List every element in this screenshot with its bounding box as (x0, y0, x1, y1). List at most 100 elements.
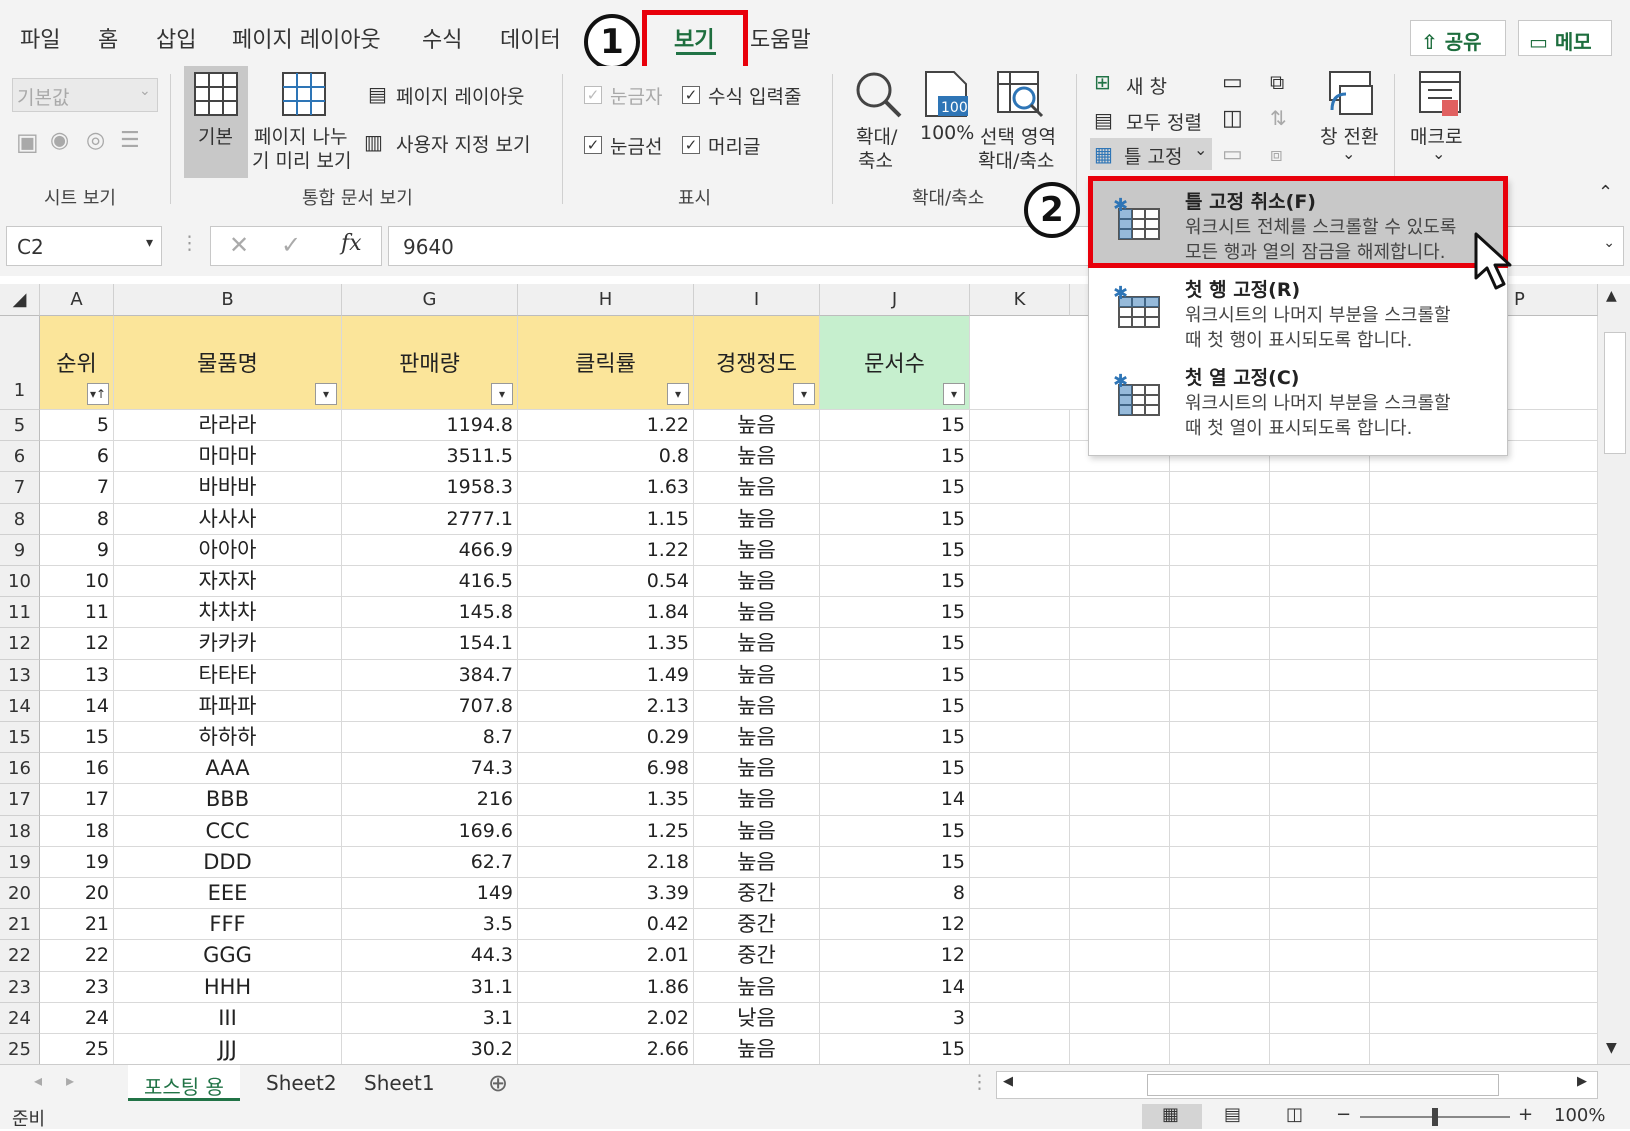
cell-product[interactable]: HHH (114, 971, 342, 1003)
empty-cell[interactable] (970, 441, 1070, 473)
arrange-all-button[interactable]: 모두 정렬 (1126, 108, 1202, 135)
new-window-button[interactable]: 새 창 (1126, 72, 1167, 99)
cell-product[interactable]: 자자자 (114, 566, 342, 598)
cell-ctr[interactable]: 1.22 (518, 534, 694, 566)
hide-icon[interactable]: ◫ (1222, 106, 1243, 131)
row-header[interactable]: 15 (0, 722, 40, 754)
cell-competition[interactable]: 높음 (694, 441, 820, 473)
cell-rank[interactable]: 9 (40, 534, 114, 566)
empty-cell[interactable] (1270, 503, 1370, 535)
cell-product[interactable]: FFF (114, 909, 342, 941)
cell-product[interactable]: CCC (114, 815, 342, 847)
empty-cell[interactable] (970, 784, 1070, 816)
empty-cell[interactable] (1070, 846, 1170, 878)
empty-cell[interactable] (1370, 503, 1598, 535)
tab-data[interactable]: 데이터 (500, 22, 561, 54)
cell-rank[interactable]: 21 (40, 909, 114, 941)
freeze-panes-button[interactable]: ▦ 틀 고정 ⌄ (1090, 138, 1212, 170)
empty-cell[interactable] (1270, 722, 1370, 754)
zoom-100-button[interactable]: 100 100% (916, 66, 976, 178)
empty-cell[interactable] (1270, 784, 1370, 816)
cell-competition[interactable]: 높음 (694, 846, 820, 878)
cell-ctr[interactable]: 2.66 (518, 1034, 694, 1064)
col-header-g[interactable]: G (342, 284, 518, 316)
empty-cell[interactable] (970, 534, 1070, 566)
cell-competition[interactable]: 높음 (694, 659, 820, 691)
cell-product[interactable]: 마마마 (114, 441, 342, 473)
empty-cell[interactable] (970, 410, 1070, 442)
cell-doc-count[interactable]: 15 (820, 690, 970, 722)
cell-sales[interactable]: 3.5 (342, 909, 518, 941)
empty-cell[interactable] (970, 503, 1070, 535)
empty-cell[interactable] (1270, 1002, 1370, 1034)
empty-cell[interactable] (1070, 597, 1170, 629)
cell-competition[interactable]: 중간 (694, 940, 820, 972)
page-break-preview-button[interactable]: 페이지 나누 기 미리 보기 (252, 66, 358, 178)
tab-formulas[interactable]: 수식 (422, 22, 462, 54)
next-sheet-icon[interactable]: ▸ (66, 1071, 74, 1090)
row-header[interactable]: 1 (0, 316, 40, 410)
empty-cell[interactable] (1170, 503, 1270, 535)
header-cell-doc-count[interactable]: 문서수 ▾ (820, 316, 970, 410)
empty-cell[interactable] (1270, 1034, 1370, 1064)
cell-ctr[interactable]: 0.54 (518, 566, 694, 598)
cell-doc-count[interactable]: 15 (820, 815, 970, 847)
cell-rank[interactable]: 15 (40, 722, 114, 754)
cell-sales[interactable]: 416.5 (342, 566, 518, 598)
add-sheet-icon[interactable]: ⊕ (488, 1069, 508, 1097)
scroll-right-icon[interactable]: ▶ (1577, 1074, 1587, 1089)
share-button[interactable]: ⇧ 공유 (1410, 20, 1506, 56)
cell-rank[interactable]: 20 (40, 878, 114, 910)
row-header[interactable]: 6 (0, 441, 40, 473)
empty-cell[interactable] (1170, 846, 1270, 878)
empty-cell[interactable] (1070, 971, 1170, 1003)
scroll-down-icon[interactable]: ▼ (1606, 1040, 1617, 1056)
empty-cell[interactable] (1370, 690, 1598, 722)
switch-windows-button[interactable]: 창 전환 ⌄ (1316, 66, 1386, 178)
tab-page-layout[interactable]: 페이지 레이아웃 (232, 22, 381, 54)
empty-cell[interactable] (1270, 690, 1370, 722)
cell-sales[interactable]: 8.7 (342, 722, 518, 754)
enter-icon[interactable]: ✓ (281, 231, 301, 259)
row-header[interactable]: 23 (0, 971, 40, 1003)
empty-cell[interactable] (1270, 597, 1370, 629)
drag-handle-icon[interactable]: ⋮ (970, 1071, 989, 1093)
row-header[interactable]: 5 (0, 410, 40, 442)
empty-cell[interactable] (1070, 690, 1170, 722)
cell-sales[interactable]: 1958.3 (342, 472, 518, 504)
cell-doc-count[interactable]: 14 (820, 784, 970, 816)
cell-sales[interactable]: 707.8 (342, 690, 518, 722)
empty-cell[interactable] (1070, 628, 1170, 660)
empty-cell[interactable] (970, 659, 1070, 691)
header-cell-sales[interactable]: 판매량 ▾ (342, 316, 518, 410)
empty-cell[interactable] (1270, 909, 1370, 941)
cell-rank[interactable]: 10 (40, 566, 114, 598)
cell-sales[interactable]: 2777.1 (342, 503, 518, 535)
cell-product[interactable]: 파파파 (114, 690, 342, 722)
cell-doc-count[interactable]: 15 (820, 628, 970, 660)
empty-cell[interactable] (1170, 753, 1270, 785)
select-all-corner[interactable]: ◢ (0, 284, 40, 316)
cell-rank[interactable]: 5 (40, 410, 114, 442)
empty-cell[interactable] (1170, 909, 1270, 941)
zoom-percent[interactable]: 100% (1554, 1105, 1605, 1126)
empty-cell[interactable] (970, 878, 1070, 910)
cell-doc-count[interactable]: 15 (820, 503, 970, 535)
empty-cell[interactable] (1270, 753, 1370, 785)
horizontal-scrollbar[interactable]: ◀ ▶ (996, 1071, 1598, 1099)
gridlines-checkbox[interactable]: ✓ (584, 136, 602, 154)
scroll-thumb[interactable] (1147, 1074, 1499, 1096)
empty-cell[interactable] (1270, 534, 1370, 566)
row-header[interactable]: 13 (0, 659, 40, 691)
cell-competition[interactable]: 중간 (694, 878, 820, 910)
empty-cell[interactable] (1070, 1034, 1170, 1064)
zoom-in-icon[interactable]: + (1518, 1104, 1533, 1125)
zoom-selection-button[interactable]: 선택 영역 확대/축소 (976, 66, 1068, 178)
cell-product[interactable]: III (114, 1002, 342, 1034)
empty-cell[interactable] (970, 472, 1070, 504)
empty-cell[interactable] (1370, 846, 1598, 878)
header-cell-product[interactable]: 물품명 ▾ (114, 316, 342, 410)
empty-cell[interactable] (1270, 971, 1370, 1003)
headings-checkbox[interactable]: ✓ (682, 136, 700, 154)
cell-ctr[interactable]: 0.42 (518, 909, 694, 941)
